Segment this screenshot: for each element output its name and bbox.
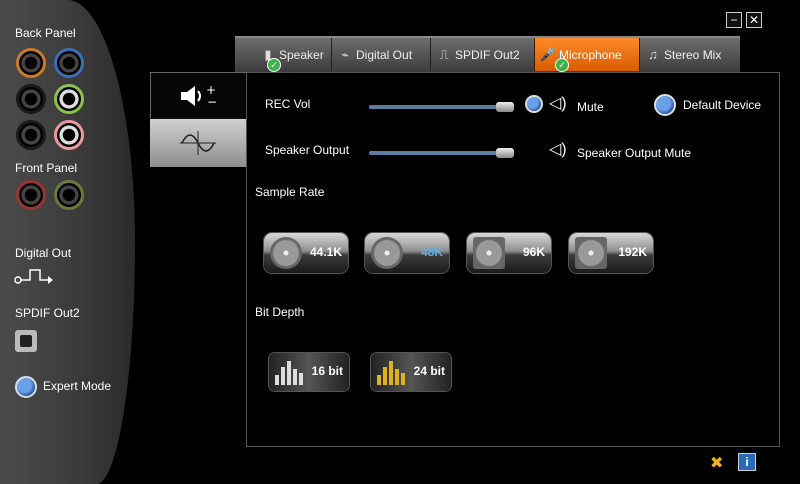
spdif-out2-label: SPDIF Out2 bbox=[15, 306, 80, 320]
sine-wave-icon bbox=[180, 131, 216, 155]
minimize-button[interactable]: − bbox=[726, 12, 742, 28]
speaker-mute-icon: ◁) bbox=[549, 95, 567, 112]
back-panel-label: Back Panel bbox=[15, 26, 76, 40]
expert-mode-label[interactable]: Expert Mode bbox=[43, 379, 111, 393]
front-panel-label: Front Panel bbox=[15, 161, 78, 175]
speaker-output-mute-label: Speaker Output Mute bbox=[577, 146, 692, 160]
mute-radio[interactable] bbox=[525, 95, 543, 113]
sample-rate-44k-label: 44.1K bbox=[309, 245, 342, 259]
tab-stereo-mix-label: Stereo Mix bbox=[664, 48, 722, 62]
speaker-output-label: Speaker Output bbox=[265, 143, 350, 157]
volume-mode-button[interactable]: + − bbox=[150, 72, 247, 118]
sample-rate-192k-label: 192K bbox=[618, 245, 647, 259]
rec-vol-slider[interactable] bbox=[369, 105, 509, 109]
mode-selector: + − bbox=[150, 72, 247, 167]
speaker-output-slider-thumb[interactable] bbox=[495, 148, 514, 158]
sample-rate-48k-label: 48K bbox=[420, 245, 443, 259]
rec-vol-slider-thumb[interactable] bbox=[495, 102, 514, 112]
cd-icon bbox=[371, 237, 403, 269]
speaker-output-mute-icon[interactable]: ◁) bbox=[549, 139, 567, 159]
tab-spdif-out2[interactable]: ⎍ SPDIF Out2 bbox=[431, 38, 535, 71]
default-device-label[interactable]: Default Device bbox=[683, 98, 761, 112]
optical-port-icon[interactable] bbox=[15, 330, 37, 352]
speaker-output-slider[interactable] bbox=[369, 151, 509, 155]
speakers-icon bbox=[575, 237, 607, 269]
close-button[interactable]: ✕ bbox=[746, 12, 762, 28]
tab-microphone-label: Microphone bbox=[559, 48, 622, 62]
left-panel: Back Panel Front Panel Digital Out SPDIF… bbox=[0, 0, 135, 484]
music-note-icon: ♫ bbox=[648, 47, 658, 62]
jack-black[interactable] bbox=[16, 84, 46, 114]
digital-out-icon[interactable] bbox=[14, 266, 54, 286]
microphone-settings-panel: REC Vol ◁) Mute Default Device Speaker O… bbox=[246, 72, 780, 447]
bit-depth-16-button[interactable]: 16 bit bbox=[269, 353, 349, 391]
expert-mode-radio[interactable] bbox=[15, 376, 37, 398]
cd-icon bbox=[270, 237, 302, 269]
check-icon: ✓ bbox=[267, 58, 281, 72]
rec-vol-label: REC Vol bbox=[265, 97, 311, 111]
front-jack-mic[interactable] bbox=[16, 180, 46, 210]
tab-speaker-label: Speaker bbox=[279, 48, 324, 62]
bit-depth-16-label: 16 bit bbox=[311, 364, 343, 378]
tab-digital-out-label: Digital Out bbox=[356, 48, 413, 62]
square-wave-icon: ⎍ bbox=[439, 47, 449, 62]
check-icon: ✓ bbox=[555, 58, 569, 72]
speakers-icon bbox=[473, 237, 505, 269]
tab-microphone[interactable]: 🎤 Microphone ✓ bbox=[535, 38, 640, 72]
sample-rate-48k-button[interactable]: 48K bbox=[365, 233, 449, 273]
jack-gray[interactable] bbox=[16, 120, 46, 150]
volume-plus-minus-icon: + − bbox=[181, 83, 217, 109]
jack-green[interactable] bbox=[54, 84, 84, 114]
tab-stereo-mix[interactable]: ♫ Stereo Mix bbox=[640, 38, 740, 71]
svg-text:−: − bbox=[207, 95, 217, 109]
jack-orange[interactable] bbox=[16, 48, 46, 78]
level-bars-icon bbox=[275, 359, 309, 385]
sample-rate-label: Sample Rate bbox=[255, 185, 325, 199]
tab-speaker[interactable]: ▮ Speaker ✓ bbox=[255, 38, 332, 72]
sample-rate-44k-button[interactable]: 44.1K bbox=[264, 233, 348, 273]
tab-spdif-out2-label: SPDIF Out2 bbox=[455, 48, 520, 62]
effects-mode-button[interactable] bbox=[150, 119, 246, 167]
jack-blue[interactable] bbox=[54, 48, 84, 78]
info-icon[interactable]: i bbox=[738, 453, 756, 471]
device-tab-bar: ▮ Speaker ✓ ⌁ Digital Out ⎍ SPDIF Out2 🎤 Mic… bbox=[235, 36, 740, 73]
front-jack-headphone[interactable] bbox=[54, 180, 84, 210]
audio-manager-window: Back Panel Front Panel Digital Out SPDIF… bbox=[0, 0, 800, 484]
digital-out-label: Digital Out bbox=[15, 246, 72, 260]
sample-rate-96k-label: 96K bbox=[522, 245, 545, 259]
tools-icon[interactable]: ✖ bbox=[710, 453, 723, 473]
sample-rate-192k-button[interactable]: 192K bbox=[569, 233, 653, 273]
mute-label: Mute bbox=[577, 100, 604, 114]
jack-pink[interactable] bbox=[54, 120, 84, 150]
level-bars-icon bbox=[377, 359, 411, 385]
plug-icon: ⌁ bbox=[341, 47, 349, 62]
bit-depth-24-label: 24 bit bbox=[413, 364, 445, 378]
default-device-radio[interactable] bbox=[654, 94, 676, 116]
sample-rate-96k-button[interactable]: 96K bbox=[467, 233, 551, 273]
tab-digital-out[interactable]: ⌁ Digital Out bbox=[332, 38, 431, 71]
bit-depth-label: Bit Depth bbox=[255, 305, 305, 319]
bit-depth-24-button[interactable]: 24 bit bbox=[371, 353, 451, 391]
